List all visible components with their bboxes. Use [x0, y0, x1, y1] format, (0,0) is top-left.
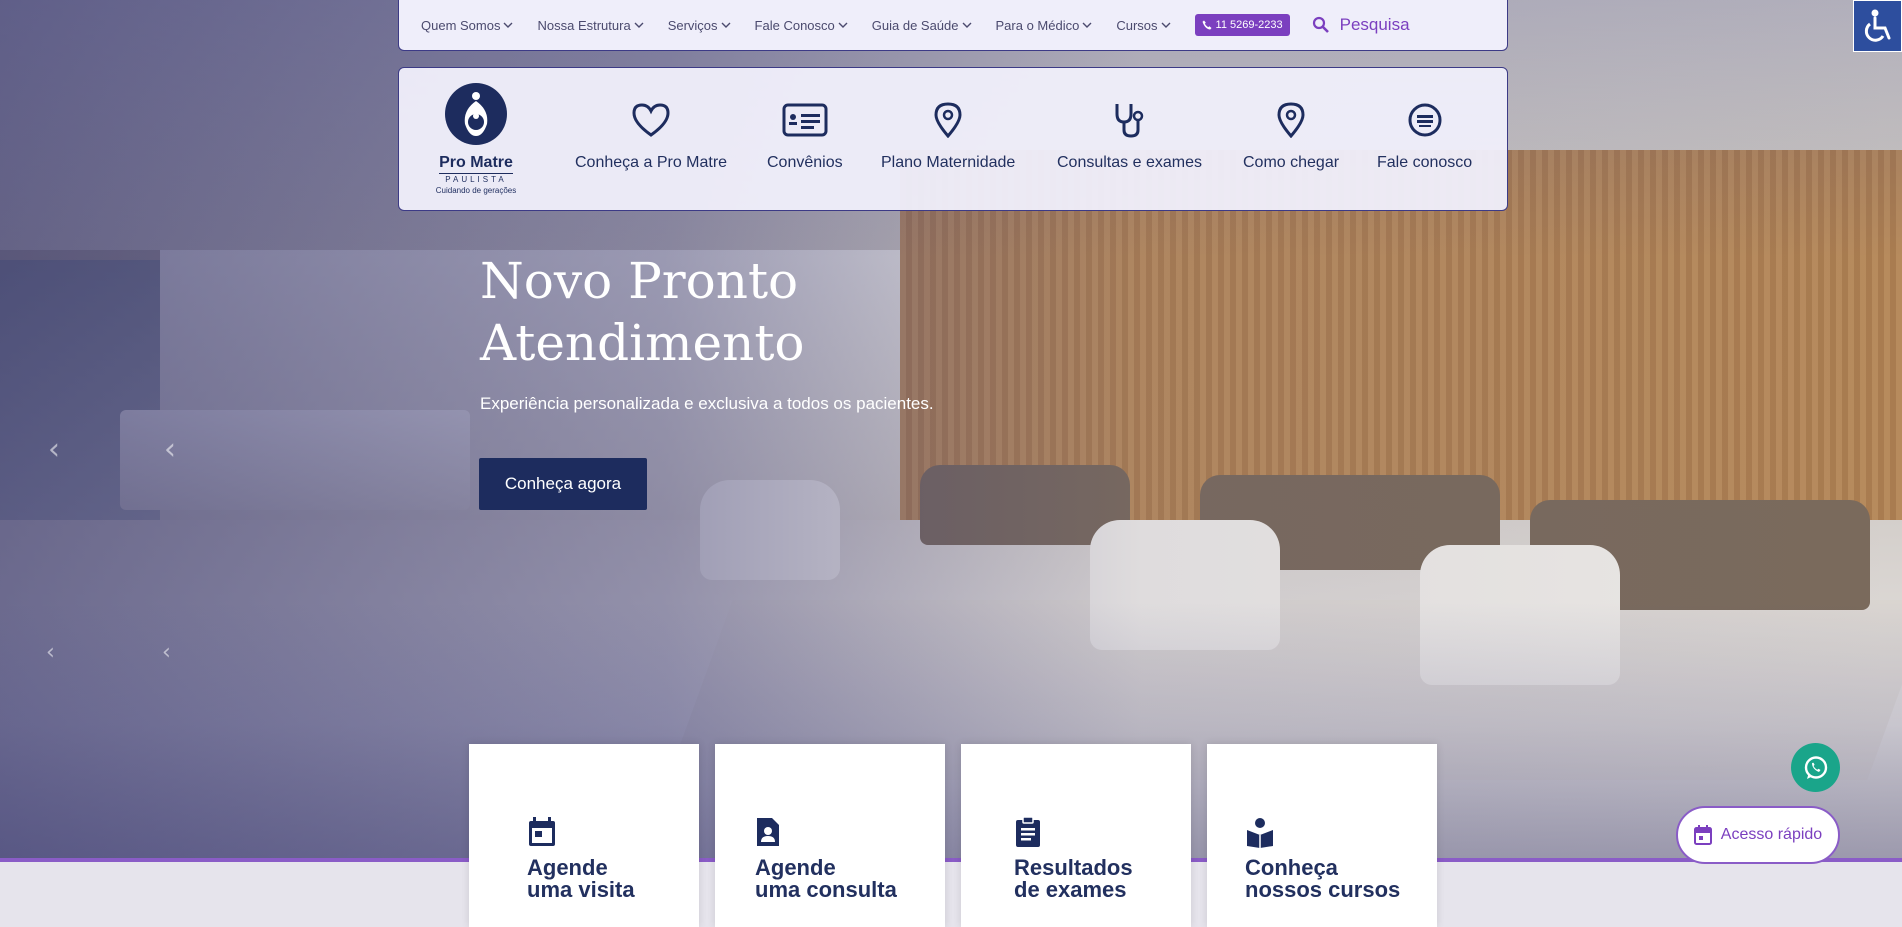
search-label: Pesquisa [1339, 15, 1410, 34]
stethoscope-icon [1115, 104, 1144, 138]
logo-mark-icon [445, 83, 507, 145]
quick-access-button[interactable]: Acesso rápido [1676, 806, 1840, 864]
card-line2: uma consulta [755, 877, 897, 902]
menu-fale-conosco[interactable]: Fale Conosco [755, 18, 848, 33]
search-icon [1312, 16, 1329, 33]
location-pin-icon [934, 102, 962, 138]
chevron-down-icon [838, 22, 848, 28]
slider-arrow-ghost: ‹ [46, 640, 55, 665]
slider-prev-arrow-ghost: ‹ [164, 432, 176, 467]
card-text: Conheça nossos cursos [1245, 857, 1400, 901]
nav-label: Plano Maternidade [881, 154, 1016, 171]
accessibility-button[interactable] [1853, 0, 1902, 52]
menu-label: Cursos [1116, 17, 1158, 33]
card-icon [782, 103, 828, 137]
chevron-down-icon [1161, 22, 1171, 28]
nav-convenios[interactable]: Convênios [767, 100, 843, 172]
location-pin-icon [1277, 102, 1305, 138]
person-document-icon [757, 818, 779, 846]
nav-como-chegar[interactable]: Como chegar [1243, 100, 1339, 172]
menu-label: Nossa Estrutura [537, 17, 631, 33]
slider-prev-arrow[interactable]: ‹ [48, 432, 60, 467]
clipboard-icon [1016, 816, 1040, 847]
nav-label: Conheça a Pro Matre [575, 154, 728, 171]
top-menu-bar: Quem Somos Nossa Estrutura Serviços Fale… [398, 0, 1508, 51]
nav-label: Consultas e exames [1057, 154, 1202, 171]
whatsapp-button[interactable] [1791, 743, 1840, 792]
card-resultados-exames[interactable]: Resultados de exames [961, 744, 1191, 927]
slider-arrow-ghost: ‹ [162, 640, 171, 665]
menu-guia-de-saude[interactable]: Guia de Saúde [872, 18, 972, 33]
nav-conheca-pro-matre[interactable]: Conheça a Pro Matre [575, 100, 727, 172]
logo-name: Pro Matre [439, 154, 513, 171]
chevron-down-icon [962, 22, 971, 28]
search-button[interactable]: Pesquisa [1312, 15, 1410, 35]
calendar-icon [1693, 825, 1712, 845]
hero-subtitle: Experiência personalizada e exclusiva a … [480, 394, 934, 413]
card-conheca-cursos[interactable]: Conheça nossos cursos [1207, 744, 1437, 927]
menu-servicos[interactable]: Serviços [668, 18, 731, 33]
bottom-section [0, 862, 1902, 927]
hero-title: Novo Pronto Atendimento [480, 250, 980, 374]
nav-fale-conosco[interactable]: Fale conosco [1377, 100, 1472, 172]
card-line1: Agende [755, 855, 836, 880]
phone-button[interactable]: 11 5269-2233 [1194, 14, 1290, 36]
accessibility-icon [1864, 9, 1890, 42]
card-line1: Resultados [1014, 855, 1133, 880]
calendar-icon [529, 817, 555, 846]
menu-quem-somos[interactable]: Quem Somos [421, 18, 513, 33]
card-line1: Agende [527, 855, 608, 880]
card-agende-consulta[interactable]: Agende uma consulta [715, 744, 945, 927]
nav-plano-maternidade[interactable]: Plano Maternidade [881, 100, 1015, 172]
menu-label: Guia de Saúde [871, 17, 959, 33]
card-line1: Conheça [1245, 855, 1338, 880]
menu-nossa-estrutura[interactable]: Nossa Estrutura [537, 17, 644, 33]
menu-para-o-medico[interactable]: Para o Médico [996, 18, 1093, 33]
card-text: Agende uma consulta [755, 857, 897, 901]
nav-label: Como chegar [1243, 154, 1340, 171]
whatsapp-icon [1804, 755, 1827, 779]
phone-number: 11 5269-2233 [1215, 19, 1283, 31]
card-agende-visita[interactable]: Agende uma visita [469, 744, 699, 927]
nav-label: Fale conosco [1377, 154, 1473, 171]
chevron-down-icon [503, 22, 513, 28]
heart-icon [632, 103, 670, 137]
menu-label: Fale Conosco [754, 17, 835, 33]
book-reader-icon [1247, 818, 1273, 848]
card-text: Agende uma visita [527, 857, 635, 901]
chat-icon [1408, 103, 1442, 137]
card-line2: nossos cursos [1245, 877, 1401, 902]
nav-consultas-exames[interactable]: Consultas e exames [1057, 100, 1202, 172]
hero-title-line1: Novo Pronto [480, 252, 799, 310]
nav-label: Convênios [767, 154, 843, 171]
chevron-down-icon [634, 22, 644, 28]
card-line2: uma visita [527, 877, 635, 902]
logo-tagline: Cuidando de gerações [435, 186, 517, 195]
chevron-down-icon [721, 22, 731, 28]
chevron-down-icon [1082, 22, 1092, 28]
hero-title-line2: Atendimento [480, 314, 805, 372]
menu-label: Serviços [667, 17, 718, 33]
menu-label: Quem Somos [421, 17, 501, 33]
menu-label: Para o Médico [995, 17, 1080, 33]
logo-sub: PAULISTA [439, 173, 513, 184]
pro-matre-logo[interactable]: Pro Matre PAULISTA Cuidando de gerações [429, 82, 523, 195]
phone-icon [1202, 20, 1212, 30]
quick-nav-panel: Pro Matre PAULISTA Cuidando de gerações … [398, 67, 1508, 211]
hero-cta-button[interactable]: Conheça agora [479, 458, 647, 510]
quick-access-label: Acesso rápido [1720, 826, 1823, 843]
menu-cursos[interactable]: Cursos [1116, 17, 1171, 33]
card-text: Resultados de exames [1014, 857, 1133, 901]
card-line2: de exames [1014, 877, 1127, 902]
